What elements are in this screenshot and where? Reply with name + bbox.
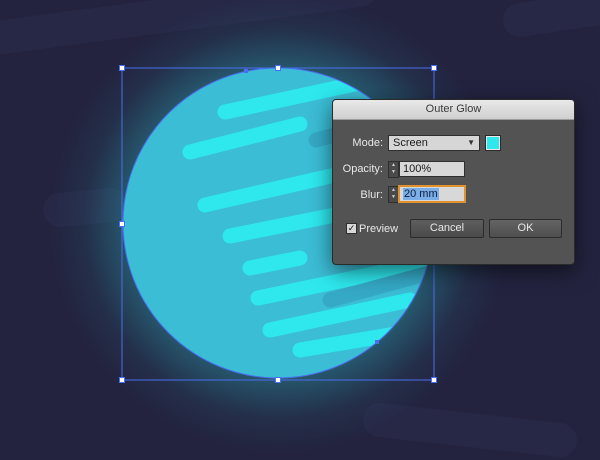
anchor-point[interactable]	[244, 69, 248, 73]
outer-glow-dialog: Outer Glow Mode: Screen ▼ Opacity: ▲ ▼ 1…	[332, 99, 575, 265]
handle-middle-left[interactable]	[119, 221, 125, 227]
handle-bottom-left[interactable]	[119, 377, 125, 383]
mode-value: Screen	[393, 137, 428, 149]
cancel-button[interactable]: Cancel	[410, 219, 484, 238]
planet-stripe	[242, 250, 308, 276]
dialog-title: Outer Glow	[333, 100, 574, 120]
blur-stepper[interactable]: ▲ ▼	[388, 186, 399, 203]
ok-button[interactable]: OK	[489, 219, 562, 238]
handle-bottom-right[interactable]	[431, 377, 437, 383]
handle-bottom-center[interactable]	[275, 377, 281, 383]
handle-top-left[interactable]	[119, 65, 125, 71]
preview-checkbox[interactable]: ✓	[346, 223, 357, 234]
opacity-value: 100%	[403, 163, 432, 175]
chevron-down-icon: ▼	[467, 138, 475, 147]
handle-top-right[interactable]	[431, 65, 437, 71]
anchor-point[interactable]	[375, 340, 379, 344]
blur-field[interactable]: 20 mm	[399, 186, 465, 202]
checkmark-icon: ✓	[347, 223, 356, 233]
bg-streak	[503, 0, 600, 37]
opacity-stepper[interactable]: ▲ ▼	[388, 161, 399, 178]
stepper-up-icon[interactable]: ▲	[389, 187, 398, 194]
preview-label[interactable]: Preview	[359, 223, 398, 235]
mode-label: Mode:	[352, 137, 383, 149]
stepper-up-icon[interactable]: ▲	[389, 162, 398, 169]
opacity-field[interactable]: 100%	[399, 161, 465, 177]
stepper-down-icon[interactable]: ▼	[389, 169, 398, 176]
mode-select[interactable]: Screen ▼	[388, 135, 480, 151]
bg-streak	[363, 403, 577, 457]
blur-value: 20 mm	[403, 188, 439, 200]
opacity-label: Opacity:	[342, 163, 383, 175]
glow-color-swatch[interactable]	[485, 135, 501, 151]
handle-top-center[interactable]	[275, 65, 281, 71]
blur-label: Blur:	[360, 189, 383, 201]
stepper-down-icon[interactable]: ▼	[389, 194, 398, 201]
